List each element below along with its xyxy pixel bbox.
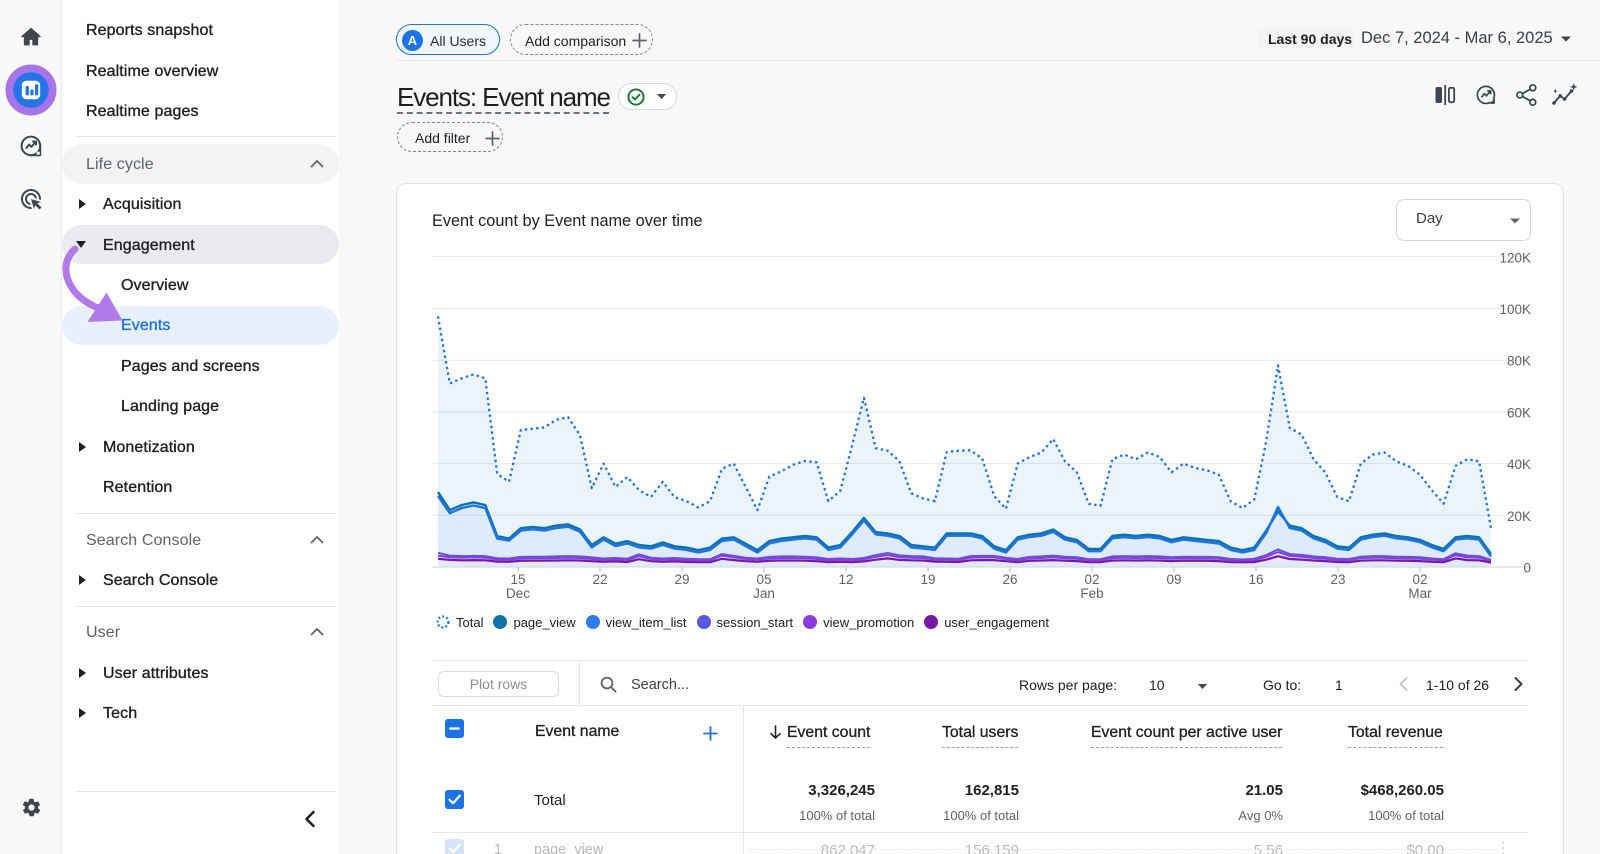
svg-text:16: 16 — [1248, 572, 1263, 587]
svg-text:23: 23 — [1330, 572, 1345, 587]
svg-text:Feb: Feb — [1080, 586, 1103, 601]
svg-text:80K: 80K — [1507, 354, 1531, 369]
svg-text:02: 02 — [1084, 572, 1099, 587]
svg-text:120K: 120K — [1499, 250, 1531, 265]
svg-text:100K: 100K — [1499, 302, 1531, 317]
svg-text:15: 15 — [510, 572, 525, 587]
svg-text:12: 12 — [838, 572, 853, 587]
svg-text:20K: 20K — [1507, 509, 1531, 524]
svg-text:60K: 60K — [1507, 405, 1531, 420]
svg-text:Dec: Dec — [506, 586, 530, 601]
svg-text:09: 09 — [1166, 572, 1181, 587]
svg-text:22: 22 — [592, 572, 607, 587]
svg-text:02: 02 — [1412, 572, 1427, 587]
svg-text:Mar: Mar — [1408, 586, 1432, 601]
svg-text:05: 05 — [756, 572, 771, 587]
svg-text:40K: 40K — [1507, 457, 1531, 472]
svg-text:26: 26 — [1002, 572, 1017, 587]
svg-text:29: 29 — [674, 572, 689, 587]
svg-text:0: 0 — [1523, 561, 1531, 576]
svg-text:19: 19 — [920, 572, 935, 587]
svg-text:Jan: Jan — [753, 586, 775, 601]
